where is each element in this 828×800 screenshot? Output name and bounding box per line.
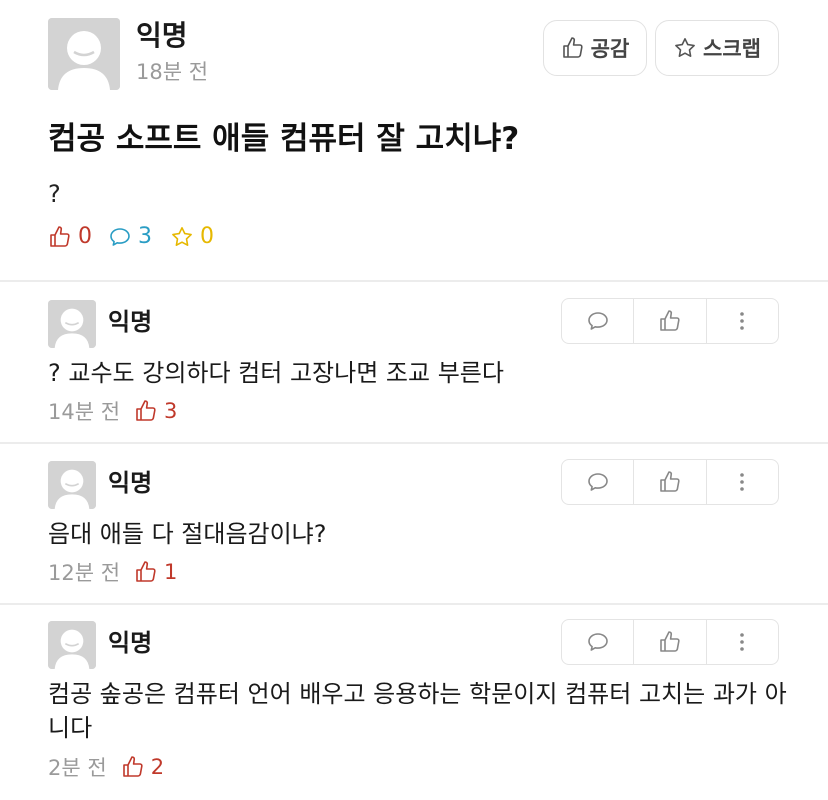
comment-more-button[interactable] [705, 460, 778, 504]
post-scrap-count: 0 [200, 224, 214, 249]
post-avatar [48, 18, 120, 90]
comment-avatar [48, 300, 96, 348]
scrap-button[interactable]: 스크랩 [655, 20, 779, 76]
thumbs-up-icon [50, 225, 70, 247]
thumbs-up-icon [660, 471, 680, 492]
comment-time: 14분 전 [48, 400, 121, 424]
comment-more-button[interactable] [705, 620, 778, 664]
comment-like-count: 3 [164, 399, 178, 423]
comment-action-bar [561, 298, 779, 344]
speech-bubble-icon [110, 227, 130, 246]
star-icon [172, 226, 192, 246]
post-comment-stat: 3 [108, 224, 152, 249]
post-like-count: 0 [78, 224, 92, 249]
post-body: ? [48, 180, 61, 208]
post-time: 18분 전 [136, 60, 209, 84]
empathy-label: 공감 [590, 37, 630, 61]
avatar-person-icon [48, 18, 120, 90]
comment-like-stat: 1 [134, 560, 177, 584]
thumbs-up-icon [660, 310, 680, 331]
comment-text: 컴공 솦공은 컴퓨터 언어 배우고 응용하는 학문이지 컴퓨터 고치는 과가 아… [48, 680, 787, 742]
comment-time: 2분 전 [48, 756, 107, 780]
reply-button[interactable] [562, 299, 633, 343]
vertical-dots-icon [740, 473, 745, 491]
comment-meta: 12분 전 1 [48, 557, 177, 587]
comment-avatar [48, 621, 96, 669]
comment-like-button[interactable] [633, 299, 705, 343]
comment-time: 12분 전 [48, 561, 121, 585]
comment-action-bar [561, 459, 779, 505]
post-author: 익명 [136, 19, 188, 52]
speech-bubble-icon [587, 473, 608, 491]
speech-bubble-icon [587, 312, 608, 330]
thumbs-up-icon [660, 631, 680, 652]
comment-like-count: 2 [150, 755, 165, 779]
reply-button[interactable] [562, 620, 633, 664]
empathy-button[interactable]: 공감 [543, 20, 647, 76]
comment-meta: 14분 전 3 [48, 396, 177, 426]
vertical-dots-icon [740, 312, 745, 330]
comment-text: ? 교수도 강의하다 컴터 고장나면 조교 부른다 [48, 359, 504, 387]
thumbs-up-icon [136, 400, 156, 421]
avatar-person-icon [48, 461, 96, 509]
post-title: 컴공 소프트 애들 컴퓨터 잘 고치냐? [48, 121, 520, 157]
scrap-label: 스크랩 [703, 37, 761, 61]
thumbs-up-icon [136, 561, 156, 582]
thumbs-up-icon [122, 756, 143, 777]
post-scrap-stat: 0 [170, 224, 214, 249]
comment-action-bar [561, 619, 779, 665]
comment-avatar [48, 461, 96, 509]
comment-like-count: 1 [164, 560, 178, 584]
post-like-stat: 0 [48, 224, 92, 249]
comment-divider [0, 442, 828, 444]
avatar-person-icon [48, 300, 96, 348]
comment-like-button[interactable] [633, 460, 705, 504]
vertical-dots-icon [740, 633, 745, 651]
comment-divider [0, 603, 828, 605]
post-comment-count: 3 [138, 224, 152, 249]
thumbs-up-icon [562, 37, 583, 58]
comment-author: 익명 [108, 308, 153, 336]
comment-more-button[interactable] [705, 299, 778, 343]
comment-meta: 2분 전 2 [48, 752, 164, 782]
comment-like-stat: 2 [121, 755, 164, 779]
comment-text: 음대 애들 다 절대음감이냐? [48, 520, 327, 548]
comment-like-stat: 3 [134, 399, 177, 423]
star-icon [675, 38, 695, 57]
comment-like-button[interactable] [633, 620, 705, 664]
reply-button[interactable] [562, 460, 633, 504]
comment-author: 익명 [108, 469, 153, 497]
post-divider [0, 280, 828, 282]
avatar-person-icon [48, 621, 96, 669]
speech-bubble-icon [587, 633, 608, 651]
comment-author: 익명 [108, 629, 153, 657]
